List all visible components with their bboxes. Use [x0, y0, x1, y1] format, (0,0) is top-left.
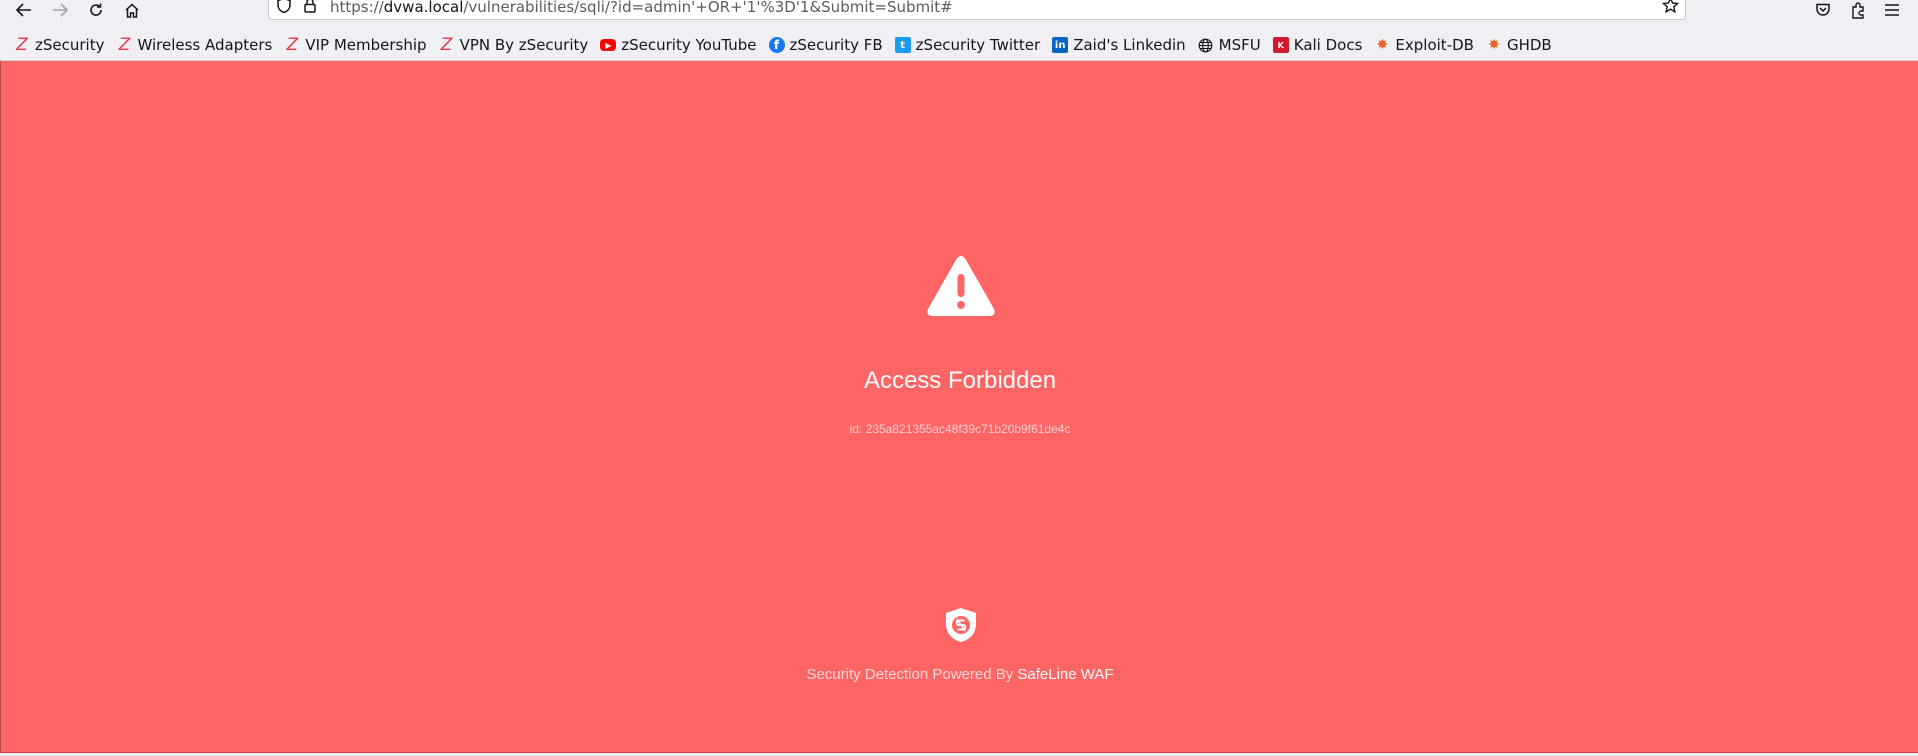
bookmark-vpn[interactable]: Z VPN By zSecurity: [433, 32, 595, 58]
forward-icon[interactable]: [46, 0, 74, 20]
home-icon[interactable]: [118, 0, 146, 20]
url-path: /vulnerabilities/sqli/?id=admin'+OR+'1'%…: [463, 0, 953, 16]
bookmark-label: zSecurity FB: [789, 36, 883, 54]
tracking-shield-icon[interactable]: [276, 0, 294, 15]
bookmark-ghdb[interactable]: ✸ GHDB: [1480, 32, 1558, 58]
url-prefix: https://: [330, 0, 384, 16]
globe-icon: [1198, 37, 1214, 53]
request-id: id: 235a821355ac48f39c71b20b9f61de4c: [849, 422, 1071, 436]
bookmark-facebook[interactable]: f zSecurity FB: [763, 32, 889, 58]
bookmark-youtube[interactable]: ▶ zSecurity YouTube: [594, 32, 762, 58]
pocket-icon[interactable]: [1811, 0, 1835, 20]
facebook-icon: f: [768, 37, 785, 53]
bookmark-label: Zaid's Linkedin: [1073, 36, 1186, 54]
extensions-icon[interactable]: [1846, 0, 1870, 20]
warning-icon: [925, 254, 997, 318]
footer-text: Security Detection Powered By: [806, 666, 1018, 683]
bookmark-label: Wireless Adapters: [137, 36, 273, 54]
url-text[interactable]: https://dvwa.local/vulnerabilities/sqli/…: [330, 0, 953, 16]
youtube-icon: ▶: [600, 39, 617, 51]
bookmark-twitter[interactable]: t zSecurity Twitter: [889, 32, 1047, 58]
zsecurity-icon: Z: [440, 35, 453, 55]
bookmark-wireless-adapters[interactable]: Z Wireless Adapters: [110, 32, 278, 58]
blocked-page: Access Forbidden id: 235a821355ac48f39c7…: [0, 61, 1918, 753]
zsecurity-icon: Z: [16, 35, 28, 55]
zsecurity-icon: Z: [118, 35, 131, 55]
lock-icon[interactable]: [302, 0, 320, 15]
bookmark-label: zSecurity: [35, 36, 105, 54]
back-icon[interactable]: [10, 0, 38, 20]
bookmark-label: Exploit-DB: [1395, 36, 1474, 54]
bookmark-label: zSecurity Twitter: [915, 36, 1041, 54]
linkedin-icon: in: [1052, 37, 1069, 53]
safeline-shield-icon: [944, 607, 978, 643]
bookmark-kali-docs[interactable]: K Kali Docs: [1267, 32, 1369, 58]
bookmark-label: GHDB: [1506, 36, 1552, 54]
star-icon[interactable]: [1661, 0, 1680, 15]
bookmark-linkedin[interactable]: in Zaid's Linkedin: [1046, 32, 1191, 58]
bookmark-label: MSFU: [1218, 36, 1261, 54]
page-title: Access Forbidden: [863, 367, 1057, 394]
safeline-link[interactable]: SafeLine WAF: [1017, 666, 1113, 683]
kali-icon: K: [1272, 37, 1289, 53]
bookmarks-toolbar: Z zSecurity Z Wireless Adapters Z VIP Me…: [0, 30, 1918, 61]
reload-icon[interactable]: [82, 0, 110, 20]
footer: Security Detection Powered By SafeLine W…: [1, 666, 1918, 683]
zsecurity-icon: Z: [286, 35, 299, 55]
url-host: dvwa.local: [383, 0, 464, 16]
bookmark-label: VIP Membership: [305, 36, 427, 54]
exploitdb-icon: ✸: [1376, 37, 1389, 53]
url-bar[interactable]: https://dvwa.local/vulnerabilities/sqli/…: [268, 0, 1686, 20]
exploitdb-icon: ✸: [1488, 37, 1500, 53]
menu-icon[interactable]: [1880, 0, 1904, 20]
bookmark-label: Kali Docs: [1293, 36, 1363, 54]
bookmark-label: VPN By zSecurity: [459, 36, 589, 54]
bookmark-zsecurity[interactable]: Z zSecurity: [8, 32, 110, 58]
twitter-icon: t: [894, 37, 911, 53]
bookmark-vip-membership[interactable]: Z VIP Membership: [278, 32, 432, 58]
bookmark-exploit-db[interactable]: ✸ Exploit-DB: [1368, 32, 1480, 58]
bookmark-label: zSecurity YouTube: [621, 36, 757, 54]
bookmark-msfu[interactable]: MSFU: [1192, 32, 1267, 58]
browser-toolbar: https://dvwa.local/vulnerabilities/sqli/…: [0, 0, 1918, 24]
